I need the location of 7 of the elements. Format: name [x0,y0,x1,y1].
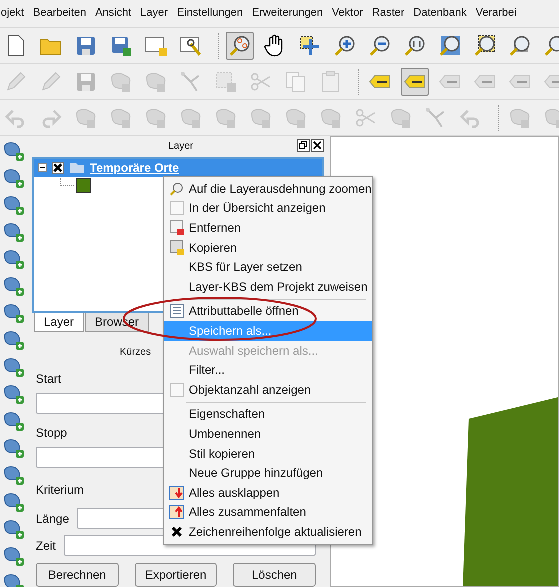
panel-title: Layer [168,140,194,154]
field-label: Start [36,371,62,388]
field-label: Kriterium [36,482,84,499]
field-label: Stopp [36,425,68,442]
field-label: Zeit [36,538,56,554]
field-label: Länge [36,510,70,528]
panel-title: Kürzes [120,346,152,360]
